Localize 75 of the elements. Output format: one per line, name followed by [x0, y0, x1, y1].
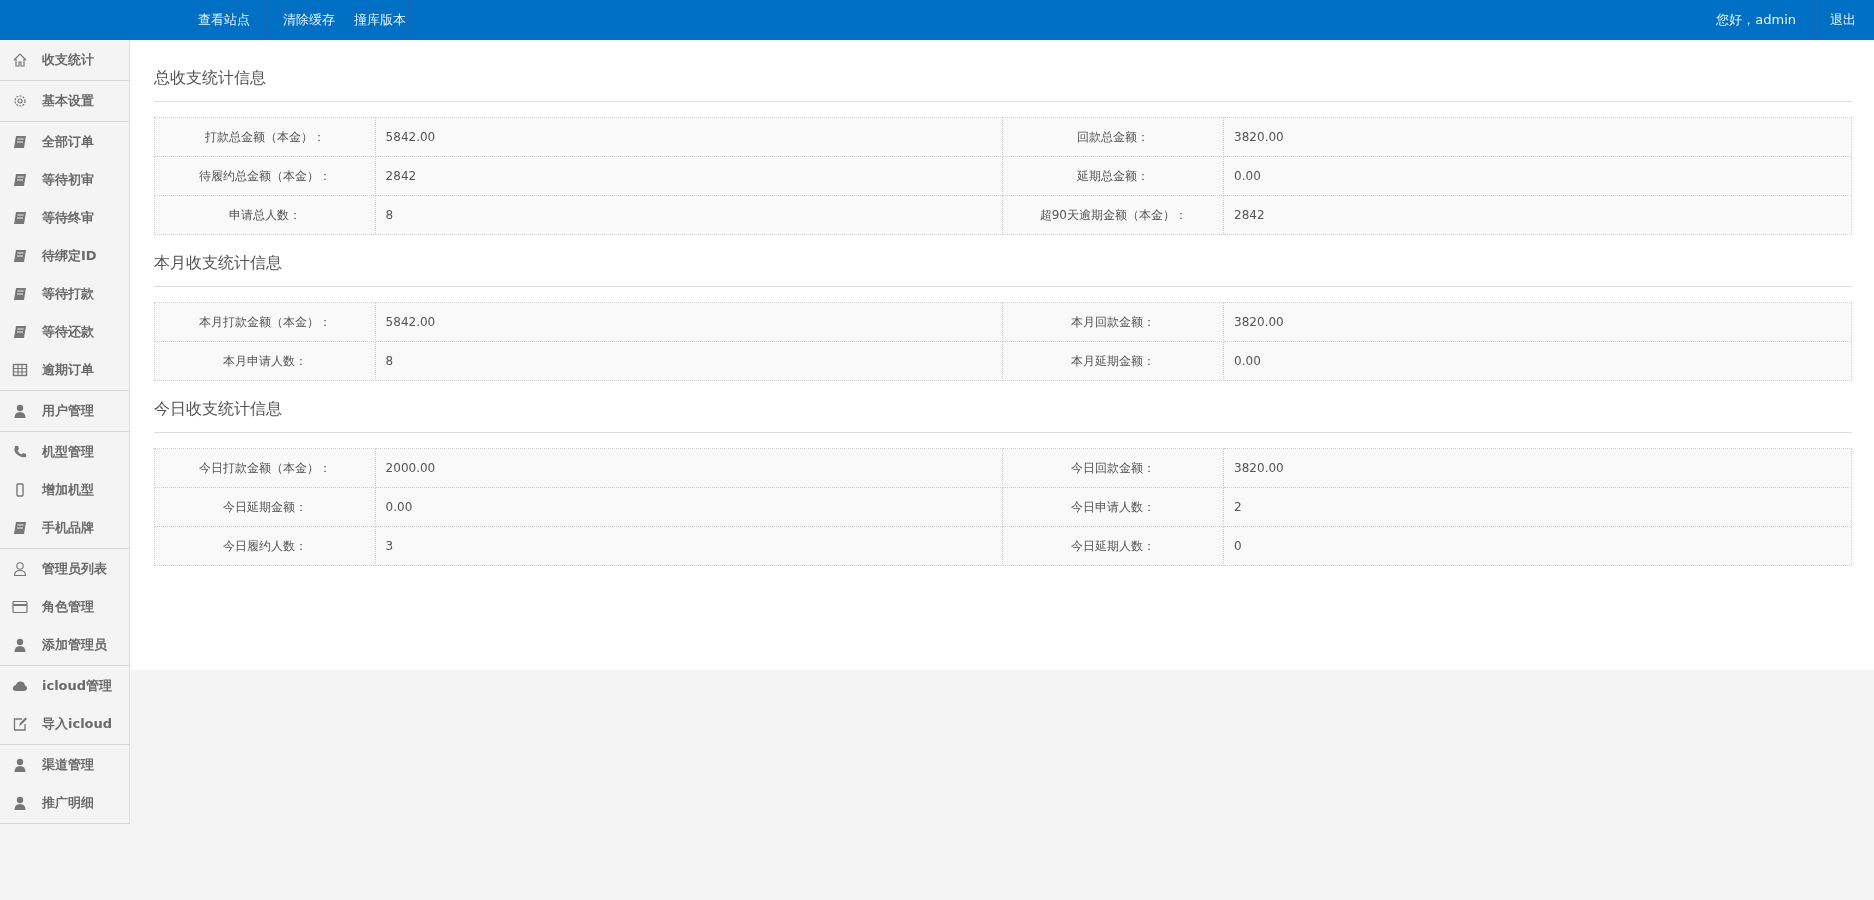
book-icon — [12, 324, 28, 340]
label-cell: 本月申请人数： — [154, 341, 376, 381]
user-icon — [12, 757, 28, 773]
sidebar-item[interactable]: 用户管理 — [0, 392, 129, 430]
label-cell: 延期总金额： — [1003, 156, 1224, 196]
value-cell: 3 — [375, 526, 1003, 566]
value-cell: 0 — [1223, 526, 1852, 566]
book-icon — [12, 248, 28, 264]
label-cell: 今日延期金额： — [154, 487, 376, 527]
label-cell: 申请总人数： — [154, 195, 376, 235]
value-cell: 3820.00 — [1223, 448, 1852, 488]
section-title: 总收支统计信息 — [154, 68, 1852, 102]
sidebar-item[interactable]: 手机品牌 — [0, 509, 129, 547]
label-cell: 今日打款金额（本金）： — [154, 448, 376, 488]
label-cell: 本月回款金额： — [1003, 302, 1224, 342]
book-icon — [12, 520, 28, 536]
value-cell: 0.00 — [375, 487, 1003, 527]
label-cell: 打款总金额（本金）： — [154, 117, 376, 157]
value-cell: 2842 — [1223, 195, 1852, 235]
sidebar-item[interactable]: 待绑定ID — [0, 237, 129, 275]
sidebar-item[interactable]: 逾期订单 — [0, 351, 129, 389]
sidebar-item[interactable]: 导入icloud — [0, 705, 129, 743]
value-cell: 5842.00 — [375, 117, 1003, 157]
sidebar-item[interactable]: 全部订单 — [0, 123, 129, 161]
sidebar-item[interactable]: 管理员列表 — [0, 550, 129, 588]
section-title: 本月收支统计信息 — [154, 253, 1852, 287]
value-cell: 3820.00 — [1223, 117, 1852, 157]
value-cell: 5842.00 — [375, 302, 1003, 342]
label-cell: 回款总金额： — [1003, 117, 1224, 157]
value-cell: 2000.00 — [375, 448, 1003, 488]
value-cell: 8 — [375, 341, 1003, 381]
sidebar-item[interactable]: 等待初审 — [0, 161, 129, 199]
user-icon — [12, 795, 28, 811]
edit-icon — [12, 716, 28, 732]
book-icon — [12, 210, 28, 226]
sidebar-item[interactable]: 渠道管理 — [0, 746, 129, 784]
value-cell: 8 — [375, 195, 1003, 235]
home-icon — [12, 52, 28, 68]
sidebar-item[interactable]: 添加管理员 — [0, 626, 129, 664]
sidebar-item[interactable]: 等待还款 — [0, 313, 129, 351]
user-icon — [12, 637, 28, 653]
label-cell: 今日履约人数： — [154, 526, 376, 566]
sidebar-item[interactable]: 机型管理 — [0, 433, 129, 471]
book-icon — [12, 134, 28, 150]
value-cell: 0.00 — [1223, 156, 1852, 196]
value-cell: 3820.00 — [1223, 302, 1852, 342]
book-icon — [12, 172, 28, 188]
sidebar-item[interactable]: 等待打款 — [0, 275, 129, 313]
user-icon — [12, 561, 28, 577]
sidebar-item[interactable]: 收支统计 — [0, 41, 129, 79]
value-cell: 2842 — [375, 156, 1003, 196]
value-cell: 0.00 — [1223, 341, 1852, 381]
label-cell: 今日延期人数： — [1003, 526, 1224, 566]
label-cell: 本月打款金额（本金）： — [154, 302, 376, 342]
greeting: 您好，admin — [1716, 11, 1797, 29]
cloud-icon — [12, 678, 28, 694]
user-icon — [12, 403, 28, 419]
section-title: 今日收支统计信息 — [154, 399, 1852, 433]
label-cell: 今日申请人数： — [1003, 487, 1224, 527]
value-cell: 2 — [1223, 487, 1852, 527]
card-icon — [12, 599, 28, 615]
sidebar-item[interactable]: 推广明细 — [0, 784, 129, 822]
sidebar-item[interactable]: 增加机型 — [0, 471, 129, 509]
phone-icon — [12, 444, 28, 460]
sidebar-item[interactable]: 角色管理 — [0, 588, 129, 626]
book-icon — [12, 286, 28, 302]
sidebar-item[interactable]: 等待终审 — [0, 199, 129, 237]
sidebar-item[interactable]: icloud管理 — [0, 667, 129, 705]
label-cell: 今日回款金额： — [1003, 448, 1224, 488]
label-cell: 待履约总金额（本金）： — [154, 156, 376, 196]
label-cell: 超90天逾期金额（本金）： — [1003, 195, 1224, 235]
label-cell: 本月延期金额： — [1003, 341, 1224, 381]
sidebar-item[interactable]: 基本设置 — [0, 82, 129, 120]
table-icon — [12, 362, 28, 378]
gear-icon — [12, 93, 28, 109]
